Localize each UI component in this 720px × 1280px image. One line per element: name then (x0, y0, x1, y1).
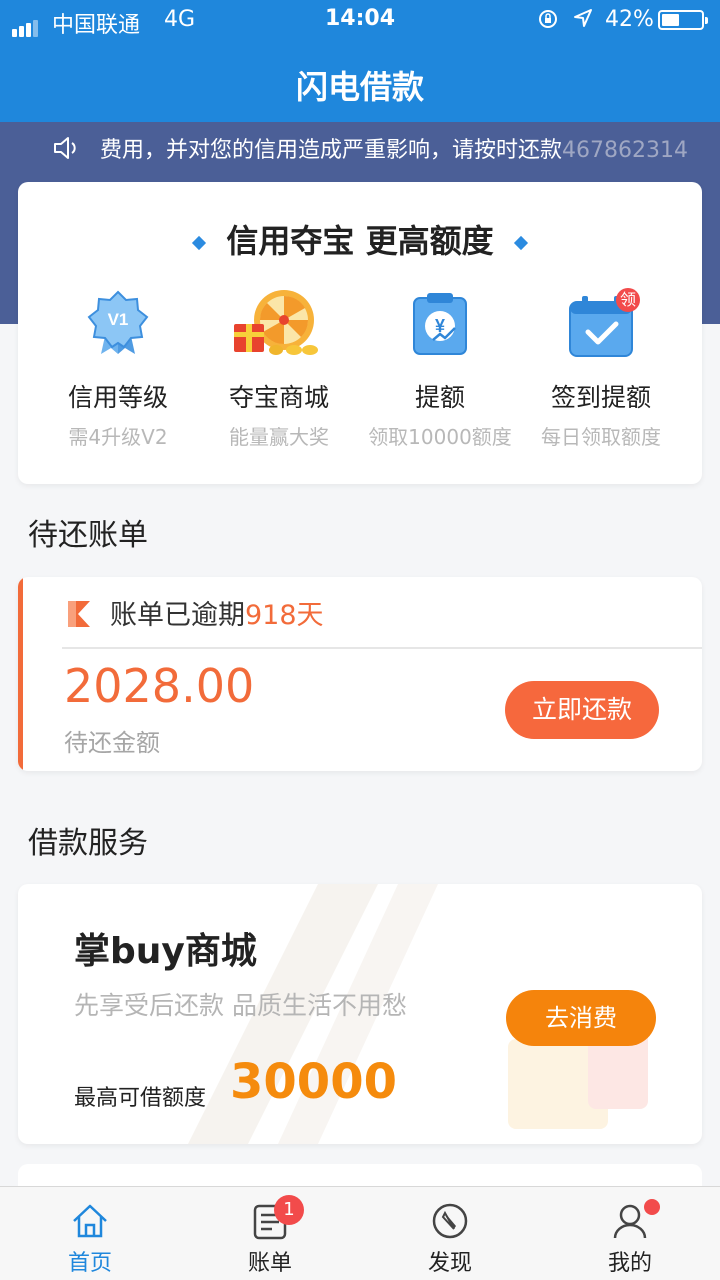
tab-discover[interactable]: 发现 (360, 1187, 540, 1280)
battery-percent: 42% (605, 7, 654, 32)
promo-item-sub: 每日领取额度 (541, 425, 661, 449)
bill-count-badge: 1 (274, 1195, 304, 1225)
overdue-strip (18, 577, 23, 771)
tab-bills[interactable]: 1 账单 (180, 1187, 360, 1280)
promo-title: 信用夺宝 更高额度 (18, 216, 702, 262)
notice-text: 费用，并对您的信用造成严重影响，请按时还款 (100, 138, 563, 163)
diamond-icon (513, 235, 528, 251)
bill-flag-icon (66, 599, 92, 629)
svg-text:V1: V1 (108, 310, 129, 329)
loan-product-desc: 先享受后还款 品质生活不用愁 (74, 991, 407, 1020)
status-bar: 中国联通 4G 14:04 42% (0, 0, 720, 40)
tab-me[interactable]: 我的 (540, 1187, 720, 1280)
tab-label: 我的 (607, 1251, 652, 1276)
tab-bar: 首页 1 账单 发现 我的 (0, 1186, 720, 1280)
bill-amount-label: 待还金额 (64, 729, 160, 757)
claim-badge: 领 (619, 290, 636, 309)
yuan-clipboard-icon: ¥ (405, 288, 475, 358)
overdue-bill-card[interactable]: 账单已逾期918天 2028.00 待还金额 立即还款 (18, 577, 702, 771)
tab-home[interactable]: 首页 (0, 1187, 180, 1280)
loan-limit-value: 30000 (230, 1054, 397, 1110)
tab-label: 发现 (427, 1251, 472, 1276)
battery-icon (658, 10, 708, 30)
promo-item-label: 签到提额 (550, 383, 651, 412)
overdue-days: 918天 (245, 600, 324, 631)
diamond-icon (192, 235, 207, 251)
bill-amount: 2028.00 (64, 659, 255, 713)
go-spend-button[interactable]: 去消费 (506, 990, 656, 1046)
rotation-lock-icon (537, 8, 559, 36)
bill-status: 账单已逾期918天 (110, 600, 324, 631)
tab-label: 首页 (67, 1251, 112, 1276)
page-title: 闪电借款 (295, 68, 424, 106)
loan-product-name: 掌buy商城 (74, 931, 257, 972)
loan-service-card[interactable]: 掌buy商城 先享受后还款 品质生活不用愁 最高可借额度 30000 去消费 (18, 884, 702, 1144)
v1-badge-icon: V1 (83, 288, 153, 358)
compass-icon (430, 1201, 470, 1241)
notification-dot (644, 1199, 660, 1215)
app-header: 中国联通 4G 14:04 42% 闪电借款 (0, 0, 720, 122)
home-icon (70, 1201, 110, 1241)
loan-limit-label: 最高可借额度 (74, 1086, 207, 1111)
tab-label: 账单 (247, 1251, 292, 1276)
divider (62, 647, 702, 649)
lucky-wheel-icon (232, 288, 326, 358)
location-icon (572, 7, 594, 35)
bills-heading: 待还账单 (28, 518, 148, 553)
notice-marquee[interactable]: 费用，并对您的信用造成严重影响，请按时还款467862314 (52, 132, 720, 166)
speaker-icon (52, 134, 82, 166)
notice-trail: 467862314 (562, 138, 688, 163)
repay-now-button[interactable]: 立即还款 (505, 681, 659, 739)
loan-heading: 借款服务 (28, 826, 148, 861)
